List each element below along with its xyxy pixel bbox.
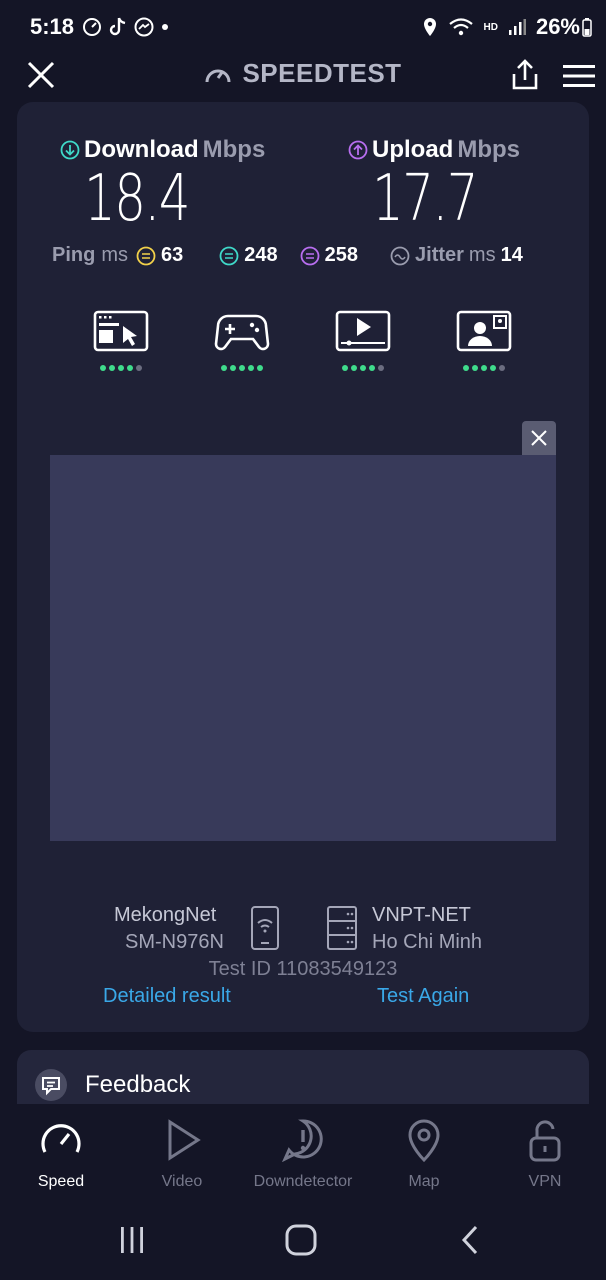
speedtest-logo-icon xyxy=(205,69,231,82)
test-again-link[interactable]: Test Again xyxy=(377,985,469,1008)
status-right: HD 26% xyxy=(422,14,593,40)
back-icon[interactable] xyxy=(456,1224,486,1256)
ping-upload: 258 xyxy=(300,244,358,267)
ping-download-value: 248 xyxy=(244,244,278,266)
lock-icon xyxy=(529,1120,561,1162)
alert-icon xyxy=(281,1119,323,1163)
download-value: 18.4 xyxy=(84,162,190,236)
nav-video[interactable]: Video xyxy=(127,1104,237,1191)
web-browsing-icon xyxy=(93,310,149,352)
ping-idle-value: 63 xyxy=(161,244,184,266)
battery-icon xyxy=(582,18,592,37)
download-unit: Mbps xyxy=(202,136,266,163)
download-header: Download Mbps xyxy=(60,136,265,164)
recent-apps-icon[interactable] xyxy=(116,1224,148,1256)
upload-label: Upload xyxy=(372,136,454,163)
ping-download-icon xyxy=(219,246,239,265)
jitter-icon xyxy=(390,246,410,265)
close-icon xyxy=(531,430,547,446)
ping-upload-value: 258 xyxy=(324,244,359,266)
speed-gauge-icon xyxy=(41,1124,81,1153)
ping-upload-icon xyxy=(300,246,320,265)
nav-speed-label: Speed xyxy=(37,1173,85,1190)
ping-row: Ping ms 63 248 258 Jitter ms 14 xyxy=(52,244,523,267)
status-time: 5:18 xyxy=(30,14,75,39)
location-icon xyxy=(423,18,436,36)
video-streaming-icon xyxy=(335,310,391,352)
jitter-unit: ms xyxy=(468,244,496,266)
ping-unit: ms xyxy=(101,244,129,266)
video-call-icon xyxy=(456,310,512,352)
wifi-icon xyxy=(448,18,473,36)
detailed-result-link[interactable]: Detailed result xyxy=(103,985,231,1008)
quality-gaming xyxy=(214,310,270,371)
play-icon xyxy=(168,1119,201,1161)
quality-streaming xyxy=(335,310,391,371)
status-notification-icons xyxy=(82,16,170,38)
bottom-navigation: Speed Video Downdetector Map VPN xyxy=(0,1104,606,1200)
ping-label: Ping xyxy=(52,244,96,266)
ping-idle-icon xyxy=(136,246,156,265)
jitter: Jitter ms 14 xyxy=(390,244,523,267)
upload-arrow-icon xyxy=(348,140,368,160)
ad-close-button[interactable] xyxy=(522,421,556,455)
gaming-icon xyxy=(214,314,270,351)
home-icon[interactable] xyxy=(284,1223,318,1257)
hd-icon: HD xyxy=(483,21,498,33)
nav-vpn-label: VPN xyxy=(528,1173,562,1190)
speedtest-notif-icon xyxy=(83,18,101,36)
gaming-rating xyxy=(214,365,270,371)
upload-value: 17.7 xyxy=(372,162,478,236)
quality-video-call xyxy=(456,310,512,371)
server-icon xyxy=(327,906,357,950)
nav-downdetector[interactable]: Downdetector xyxy=(248,1104,358,1191)
download-arrow-icon xyxy=(60,140,80,160)
battery-percent: 26% xyxy=(535,14,580,39)
app-title-text: SPEEDTEST xyxy=(242,58,402,88)
nav-map-label: Map xyxy=(408,1173,440,1190)
server-name: VNPT-NET xyxy=(372,904,471,926)
server-location: Ho Chi Minh xyxy=(372,931,483,953)
device-name: SM-N976N xyxy=(125,931,224,953)
feedback-label: Feedback xyxy=(85,1071,191,1098)
phone-wifi-icon xyxy=(251,906,279,950)
signal-icon xyxy=(508,19,526,35)
ping-idle: 63 xyxy=(136,244,183,267)
jitter-value: 14 xyxy=(500,244,523,266)
nav-map[interactable]: Map xyxy=(369,1104,479,1191)
menu-icon[interactable] xyxy=(563,64,595,88)
download-label: Download xyxy=(84,136,199,163)
more-dot-icon xyxy=(162,24,168,30)
nav-video-label: Video xyxy=(161,1173,203,1190)
jitter-label: Jitter xyxy=(415,244,464,266)
upload-unit: Mbps xyxy=(457,136,520,163)
streaming-rating xyxy=(335,365,391,371)
system-nav-bar xyxy=(0,1200,606,1280)
tiktok-icon xyxy=(109,17,126,36)
feedback-icon xyxy=(35,1069,67,1101)
nav-downdetector-label: Downdetector xyxy=(253,1173,353,1190)
browsing-rating xyxy=(93,365,149,371)
nav-speed[interactable]: Speed xyxy=(6,1104,116,1191)
share-icon[interactable] xyxy=(508,58,542,92)
test-id: Test ID 11083549123 xyxy=(208,958,398,980)
provider-name: MekongNet xyxy=(114,904,217,926)
messenger-icon xyxy=(134,17,154,37)
ad-placeholder[interactable] xyxy=(50,455,556,841)
upload-header: Upload Mbps xyxy=(348,136,520,164)
map-pin-icon xyxy=(408,1119,440,1163)
nav-vpn[interactable]: VPN xyxy=(490,1104,600,1191)
ping-download: 248 xyxy=(219,244,278,267)
video-call-rating xyxy=(456,365,512,371)
quality-browsing xyxy=(93,310,149,371)
